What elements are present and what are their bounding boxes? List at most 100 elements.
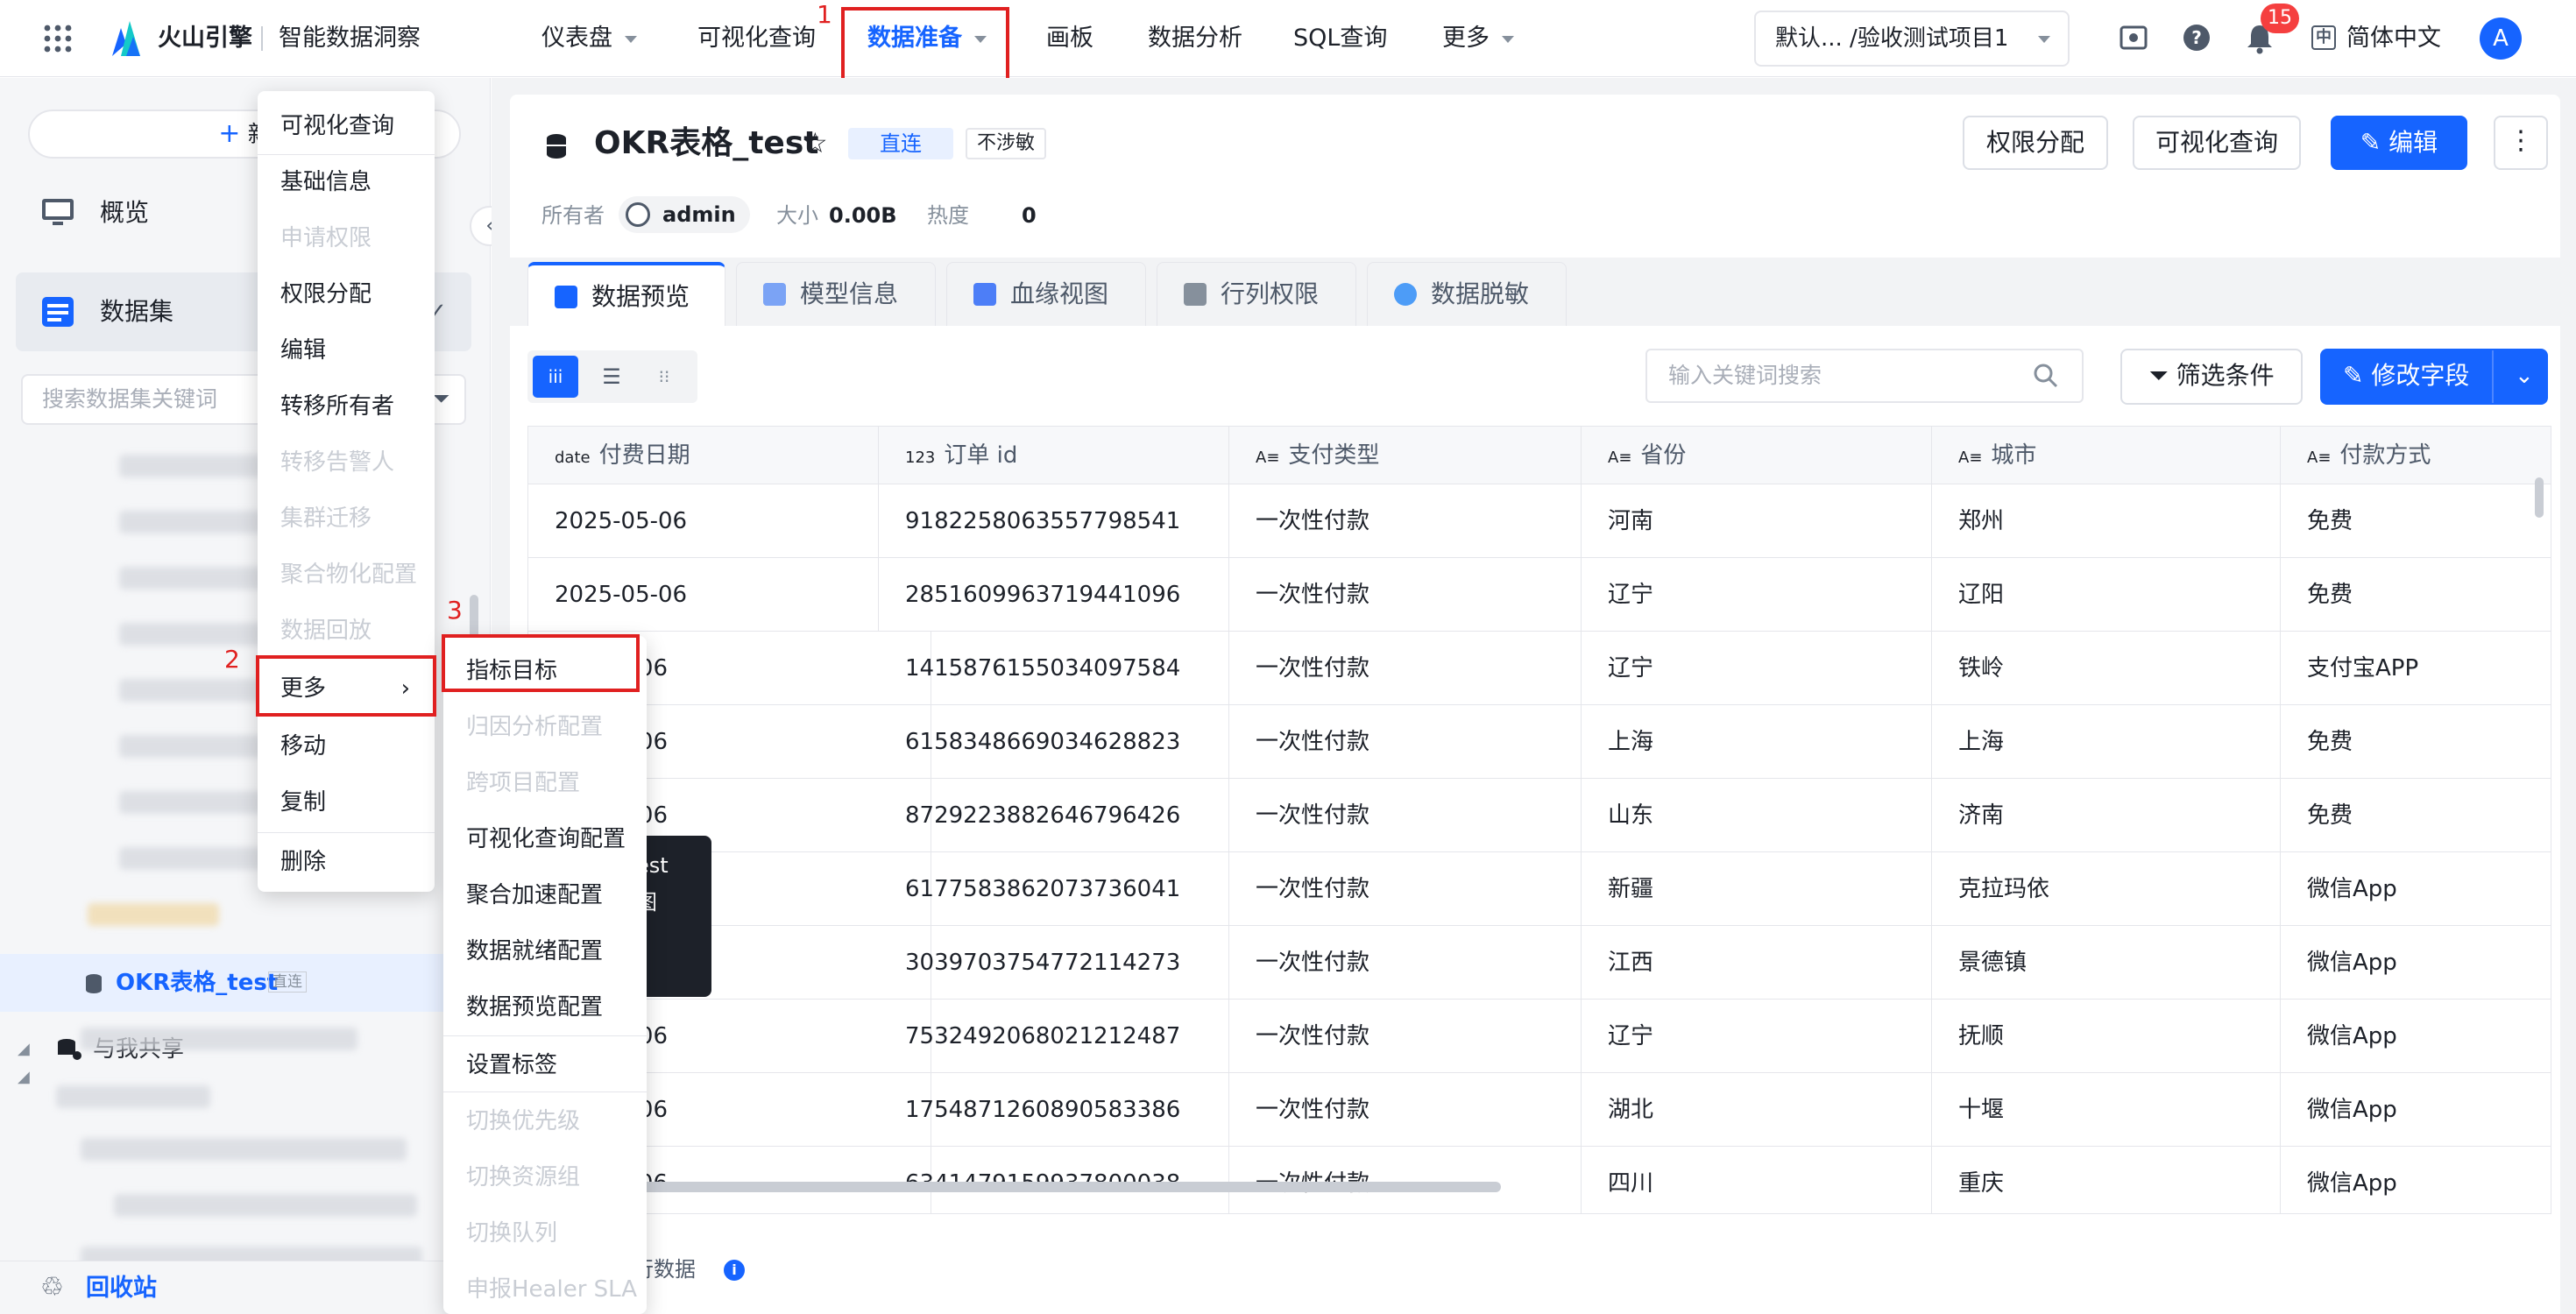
context-menu-item[interactable]: 删除 bbox=[258, 834, 435, 890]
context-menu-item[interactable]: 移动 bbox=[258, 718, 435, 774]
nav-board[interactable]: 画板 bbox=[1046, 0, 1093, 77]
tree-item-current[interactable]: OKR表格_test 直连 bbox=[0, 954, 490, 1012]
chevron-down-icon[interactable]: ⌄ bbox=[2515, 350, 2534, 401]
submenu-item[interactable]: 聚合加速配置 bbox=[443, 867, 647, 923]
tree-item[interactable] bbox=[88, 903, 219, 926]
project-name: 默认... /验收测试项目1 bbox=[1775, 25, 2009, 52]
menu-item-label: 基础信息 bbox=[280, 169, 372, 195]
table-row[interactable]: 06 1415876155034097584 一次性付款 辽宁 铁岭 支付宝APP bbox=[528, 632, 2551, 705]
product-name: 智能数据洞察 bbox=[279, 25, 421, 52]
column-header[interactable]: A≡ 省份 bbox=[1582, 427, 1932, 484]
nav-data-analysis[interactable]: 数据分析 bbox=[1148, 0, 1242, 77]
tab-model-info[interactable]: 模型信息 bbox=[736, 262, 936, 327]
table-row[interactable]: 2025-05-06 9182258063557798541 一次性付款 河南 郑州 免费 bbox=[528, 484, 2551, 558]
owner-chip[interactable]: admin bbox=[619, 196, 750, 233]
table-row[interactable]: 06 7532492068021212487 一次性付款 辽宁 抚顺 微信App bbox=[528, 1000, 2551, 1073]
project-selector[interactable]: 默认... /验收测试项目1 bbox=[1754, 11, 2070, 67]
brand-name: 火山引擎 bbox=[158, 25, 252, 52]
submenu-item[interactable]: 数据就绪配置 bbox=[443, 923, 647, 979]
language-switch[interactable]: 简体中文 bbox=[2346, 0, 2441, 77]
table-cell: 一次性付款 bbox=[1229, 484, 1582, 558]
text-type-icon: A≡ bbox=[2307, 449, 2332, 467]
list-view-icon[interactable]: ☰ bbox=[589, 356, 634, 398]
column-header[interactable]: date 付费日期 bbox=[528, 427, 879, 484]
tree-item[interactable] bbox=[81, 1028, 357, 1050]
app-grid-icon[interactable] bbox=[42, 23, 74, 54]
recycle-label: 回收站 bbox=[86, 1275, 157, 1302]
table-cell: 一次性付款 bbox=[1229, 1147, 1582, 1213]
brand-logo-icon bbox=[109, 19, 144, 58]
context-menu-item[interactable]: 编辑 bbox=[258, 322, 435, 378]
menu-item-label: 复制 bbox=[280, 789, 327, 816]
table-cell: 微信App bbox=[2281, 926, 2551, 1000]
table-cell: 免费 bbox=[2281, 558, 2551, 632]
annotation-number-2: 2 bbox=[224, 645, 240, 674]
table-cell: 铁岭 bbox=[1932, 632, 2281, 705]
table-row[interactable]: 2025-05-06 2851609963719441096 一次性付款 辽宁 辽阳 免费 bbox=[528, 558, 2551, 632]
filter-icon[interactable]: ⏷ bbox=[433, 386, 449, 411]
table-row[interactable]: 3039703754772114273 一次性付款 江西 景德镇 微信App bbox=[528, 926, 2551, 1000]
info-icon[interactable]: i bbox=[724, 1260, 745, 1281]
vertical-scrollbar[interactable] bbox=[2535, 477, 2544, 518]
nav-visual-query[interactable]: 可视化查询 bbox=[697, 0, 816, 77]
size-label: 大小 bbox=[776, 203, 818, 228]
table-cell: 新疆 bbox=[1582, 852, 1932, 926]
context-menu-item[interactable]: 复制 bbox=[258, 774, 435, 830]
help-icon[interactable]: ? bbox=[2182, 23, 2212, 53]
column-view-icon[interactable]: iii bbox=[533, 356, 578, 398]
owner-name: admin bbox=[662, 202, 736, 227]
submenu-item[interactable]: 可视化查询配置 bbox=[443, 811, 647, 867]
dataset-context-menu: 可视化查询 基础信息 申请权限 权限分配 编辑 转移所有者 转移告警人 集群迁移 聚合物化配置数… bbox=[258, 91, 435, 892]
table-row[interactable]: 6177583862073736041 一次性付款 新疆 克拉玛依 微信App bbox=[528, 852, 2551, 926]
column-header[interactable]: A≡ 付款方式 bbox=[2281, 427, 2551, 484]
table-row[interactable]: 06 6158348669034628823 一次性付款 上海 上海 免费 bbox=[528, 705, 2551, 779]
tree-item[interactable] bbox=[114, 1194, 417, 1217]
nav-dashboard[interactable]: 仪表盘 bbox=[541, 0, 637, 77]
nav-sql-query[interactable]: SQL查询 bbox=[1293, 0, 1387, 77]
tab-data-preview[interactable]: 数据预览 bbox=[527, 262, 725, 327]
column-header[interactable]: A≡ 城市 bbox=[1932, 427, 2281, 484]
compact-view-icon[interactable]: ⁝⁝ bbox=[641, 356, 687, 398]
context-menu-item[interactable]: 基础信息 bbox=[258, 154, 435, 210]
monitor-icon bbox=[42, 199, 74, 225]
nav-more[interactable]: 更多 bbox=[1442, 0, 1514, 77]
table-row[interactable]: 066341479159937800038一次性付款四川重庆微信App bbox=[528, 1147, 2551, 1213]
filter-conditions-button[interactable]: ⏷ 筛选条件 bbox=[2120, 349, 2303, 405]
context-menu-item[interactable]: 转移所有者 bbox=[258, 378, 435, 434]
column-header[interactable]: 123 订单 id bbox=[879, 427, 1229, 484]
preview-panel: iii ☰ ⁝⁝ 输入关键词搜索 ⏷ 筛选条件 ✎ 修改字段 ⌄ date 付费日… bbox=[510, 326, 2560, 1228]
column-label: 省份 bbox=[1640, 442, 1687, 469]
tab-lineage[interactable]: 血缘视图 bbox=[946, 262, 1146, 327]
visual-query-button[interactable]: 可视化查询 bbox=[2133, 116, 2301, 170]
screenshot-icon[interactable] bbox=[2119, 23, 2148, 53]
tab-row-col-permission[interactable]: 行列权限 bbox=[1157, 262, 1356, 327]
menu-item-label: 移动 bbox=[280, 733, 327, 759]
table-cell: 一次性付款 bbox=[1229, 1073, 1582, 1147]
recycle-bin[interactable]: ♲ 回收站 bbox=[0, 1261, 490, 1314]
user-avatar[interactable]: A bbox=[2480, 18, 2522, 60]
submenu-item[interactable]: 设置标签 bbox=[443, 1037, 647, 1093]
table-cell: 四川 bbox=[1582, 1147, 1932, 1213]
table-cell: 河南 bbox=[1582, 484, 1932, 558]
context-menu-item[interactable]: 可视化查询 bbox=[258, 98, 435, 154]
table-row[interactable]: 06 8729223882646796426 一次性付款 山东 济南 免费 bbox=[528, 779, 2551, 852]
star-icon[interactable]: ☆ bbox=[803, 126, 828, 159]
column-header[interactable]: A≡ 支付类型 bbox=[1229, 427, 1582, 484]
horizontal-scrollbar[interactable] bbox=[537, 1182, 1501, 1192]
tab-masking[interactable]: 数据脱敏 bbox=[1367, 262, 1567, 327]
edit-button[interactable]: ✎ 编辑 bbox=[2331, 116, 2467, 170]
pencil-icon: ✎ bbox=[2343, 361, 2364, 390]
table-row[interactable]: 06 1754871260890583386 一次性付款 湖北 十堰 微信App bbox=[528, 1073, 2551, 1147]
chevron-down-icon bbox=[625, 35, 637, 43]
more-options-button[interactable]: ⋮ bbox=[2494, 116, 2548, 170]
keyword-search-input[interactable]: 输入关键词搜索 bbox=[1645, 349, 2084, 403]
table-cell: 3039703754772114273 bbox=[879, 926, 1229, 1000]
context-menu-item[interactable]: 权限分配 bbox=[258, 266, 435, 322]
modify-fields-button[interactable]: ✎ 修改字段 ⌄ bbox=[2320, 349, 2548, 405]
table-cell: 免费 bbox=[2281, 779, 2551, 852]
caret-icon[interactable]: ◢ bbox=[18, 1068, 30, 1086]
permission-button[interactable]: 权限分配 bbox=[1963, 116, 2108, 170]
tree-item[interactable] bbox=[56, 1085, 210, 1108]
submenu-item[interactable]: 数据预览配置 bbox=[443, 979, 647, 1035]
tree-item[interactable] bbox=[81, 1138, 407, 1161]
